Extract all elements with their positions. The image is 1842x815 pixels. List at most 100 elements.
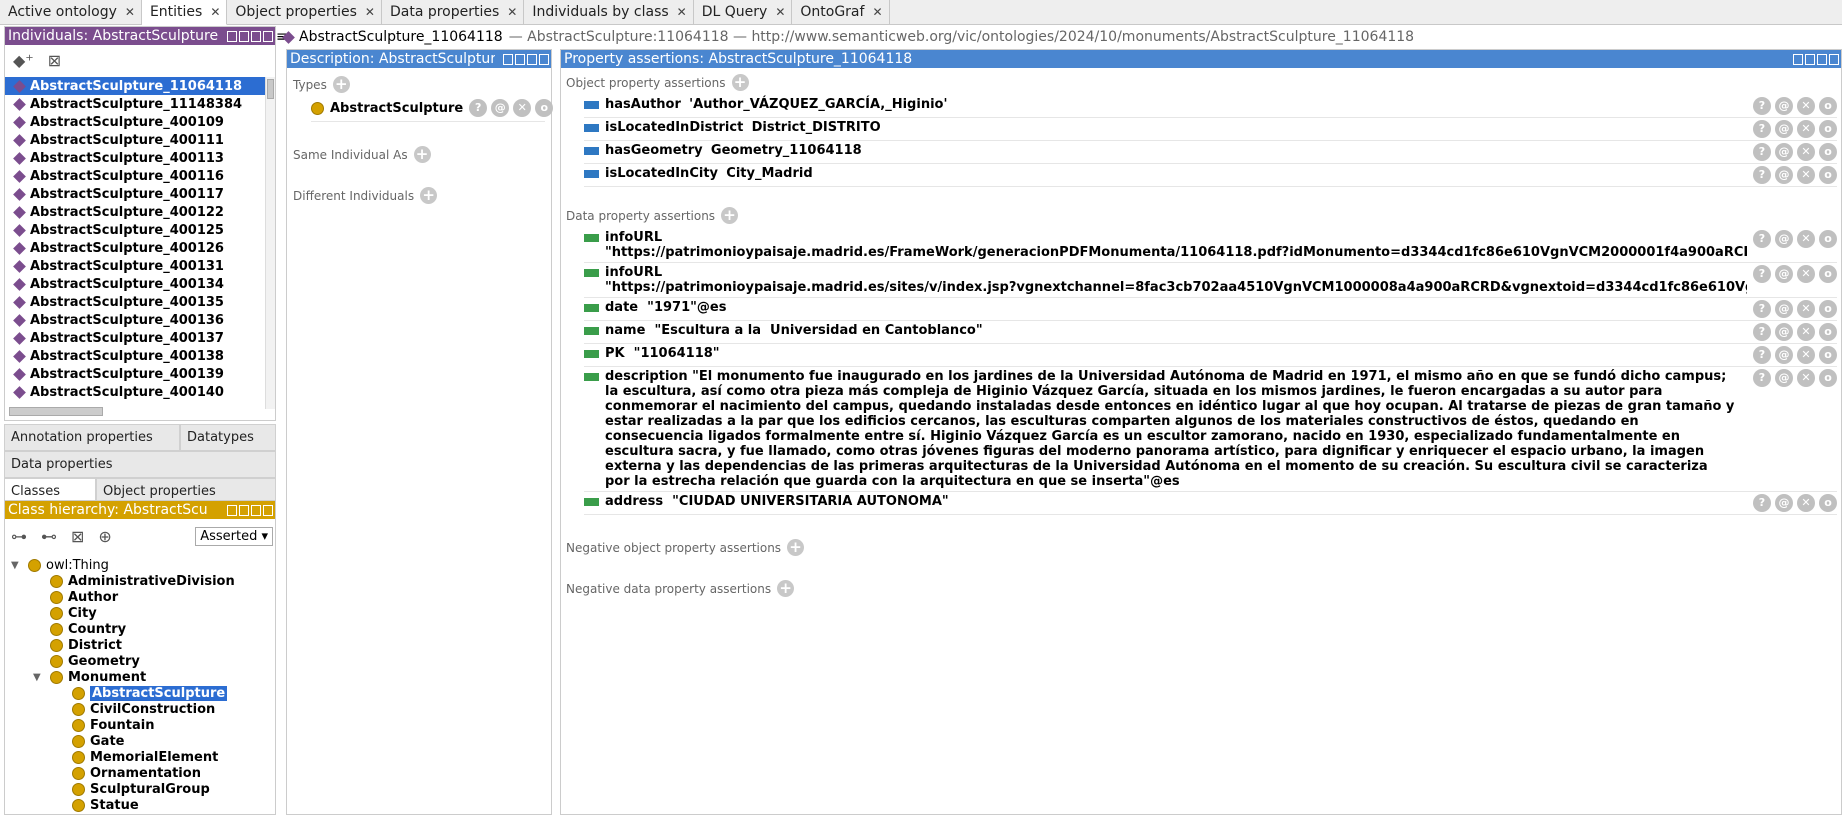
add-individual-icon[interactable]: ◆⁺ [13,51,34,70]
close-icon[interactable]: ✕ [507,4,517,25]
edit-icon[interactable]: o [1819,230,1837,248]
edit-icon[interactable]: o [1819,143,1837,161]
explain-icon[interactable]: ? [1753,97,1771,115]
close-icon[interactable]: ✕ [210,4,220,24]
list-item[interactable]: AbstractSculpture_400125 [5,221,267,239]
expand-arrow-icon[interactable]: ▼ [11,560,23,571]
close-icon[interactable]: ✕ [775,4,785,25]
tab-datatypes[interactable]: Datatypes [180,424,276,451]
tree-node[interactable]: Gate [11,733,275,749]
annotate-icon[interactable]: @ [1775,346,1793,364]
tab-data-properties[interactable]: Data properties ✕ [382,0,525,25]
annotate-icon[interactable]: @ [1775,97,1793,115]
tree-node[interactable]: Statue [11,797,275,813]
annotate-icon[interactable]: @ [1775,300,1793,318]
add-different-individual-button[interactable]: + [420,187,438,204]
delete-icon[interactable]: ✕ [1797,97,1815,115]
close-icon[interactable]: ✕ [365,4,375,25]
tab-annotation-properties[interactable]: Annotation properties [4,424,180,451]
tree-node[interactable]: AdministrativeDivision [11,573,275,589]
explain-icon[interactable]: ? [1753,346,1771,364]
delete-icon[interactable]: ✕ [1797,346,1815,364]
list-item[interactable]: AbstractSculpture_400111 [5,131,267,149]
list-item[interactable]: AbstractSculpture_400134 [5,275,267,293]
add-negative-object-button[interactable]: + [787,539,805,556]
object-assertion-row[interactable]: isLocatedInDistrict District_DISTRITO? @ ✕… [584,118,1837,141]
data-assertion-actions[interactable]: ? @ ✕ o [1753,323,1837,341]
tab-data-properties[interactable]: Data properties [4,451,276,478]
tree-node[interactable]: SculpturalGroup [11,781,275,797]
edit-icon[interactable]: o [1819,120,1837,138]
explain-icon[interactable]: ? [1753,143,1771,161]
annotate-icon[interactable]: @ [1775,323,1793,341]
individuals-hscroll[interactable] [9,407,103,416]
hierarchy-mode-select[interactable]: Asserted ▾ [195,526,273,546]
data-assertion-row[interactable]: description "El monumento fue inaugurado… [584,367,1837,492]
list-item[interactable]: AbstractSculpture_11064118 [5,77,267,95]
tab-dl-query[interactable]: DL Query ✕ [694,0,793,25]
tree-node[interactable]: Ornamentation [11,765,275,781]
add-negative-data-button[interactable]: + [777,580,795,597]
tab-individuals-by-class[interactable]: Individuals by class ✕ [524,0,694,25]
description-window-buttons[interactable] [503,53,551,65]
edit-icon[interactable]: o [1819,346,1837,364]
type-row-actions[interactable]: ? @ ✕ o [469,99,554,117]
annotate-icon[interactable]: @ [1775,494,1793,512]
edit-icon[interactable]: o [1819,369,1837,387]
delete-individual-icon[interactable]: ⊠ [48,51,61,70]
delete-icon[interactable]: ✕ [1797,494,1815,512]
list-item[interactable]: AbstractSculpture_400109 [5,113,267,131]
tab-ontograf[interactable]: OntoGraf ✕ [792,0,890,25]
explain-icon[interactable]: ? [1753,369,1771,387]
tab-active-ontology[interactable]: Active ontology ✕ [0,0,142,25]
property-window-buttons[interactable] [1793,53,1841,65]
edit-icon[interactable]: o [1819,300,1837,318]
object-assertion-row[interactable]: hasGeometry Geometry_11064118? @ ✕ o [584,141,1837,164]
add-sibling-icon[interactable]: ⊷ [41,527,57,546]
explain-icon[interactable]: ? [1753,494,1771,512]
tree-node[interactable]: AbstractSculpture [11,685,275,701]
edit-icon[interactable]: o [1819,494,1837,512]
data-assertion-row[interactable]: infoURL "https://patrimonioypaisaje.madri… [584,263,1837,298]
panel-window-buttons[interactable] [227,30,275,42]
annotate-icon[interactable]: @ [1775,143,1793,161]
data-assertion-row[interactable]: infoURL "https://patrimonioypaisaje.madri… [584,228,1837,263]
edit-icon[interactable]: o [1819,265,1837,283]
add-object-assertion-button[interactable]: + [731,74,749,91]
object-assertion-actions[interactable]: ? @ ✕ o [1753,120,1837,138]
target-icon[interactable]: ⊕ [98,527,111,546]
explain-icon[interactable]: ? [1753,300,1771,318]
add-data-assertion-button[interactable]: + [721,207,739,224]
tree-node[interactable]: ▼ owl:Thing [11,557,275,573]
annotate-icon[interactable]: @ [1775,230,1793,248]
delete-icon[interactable]: ✕ [1797,323,1815,341]
tree-node[interactable]: Fountain [11,717,275,733]
list-item[interactable]: AbstractSculpture_11148384 [5,95,267,113]
delete-icon[interactable]: ✕ [1797,369,1815,387]
close-icon[interactable]: ✕ [125,4,135,25]
explain-icon[interactable]: ? [1753,265,1771,283]
edit-icon[interactable]: o [1819,97,1837,115]
list-item[interactable]: AbstractSculpture_400126 [5,239,267,257]
explain-icon[interactable]: ? [1753,166,1771,184]
delete-icon[interactable]: ✕ [1797,166,1815,184]
data-assertion-actions[interactable]: ? @ ✕ o [1753,369,1837,387]
data-assertion-row[interactable]: name "Escultura a la Universidad en Cant… [584,321,1837,344]
list-item[interactable]: AbstractSculpture_400136 [5,311,267,329]
tree-node[interactable]: Author [11,589,275,605]
data-assertion-row[interactable]: address "CIUDAD UNIVERSITARIA AUTONOMA"?… [584,492,1837,515]
delete-icon[interactable]: ✕ [1797,300,1815,318]
tree-node[interactable]: Country [11,621,275,637]
delete-icon[interactable]: ✕ [1797,230,1815,248]
delete-icon[interactable]: ✕ [1797,120,1815,138]
tree-node[interactable]: District [11,637,275,653]
list-item[interactable]: AbstractSculpture_400131 [5,257,267,275]
close-icon[interactable]: ✕ [872,4,882,25]
close-icon[interactable]: ✕ [677,4,687,25]
annotate-icon[interactable]: @ [1775,120,1793,138]
data-assertion-actions[interactable]: ? @ ✕ o [1753,230,1837,248]
delete-icon[interactable]: ✕ [1797,143,1815,161]
delete-icon[interactable]: ✕ [1797,265,1815,283]
data-assertion-actions[interactable]: ? @ ✕ o [1753,346,1837,364]
class-window-buttons[interactable] [227,504,275,516]
